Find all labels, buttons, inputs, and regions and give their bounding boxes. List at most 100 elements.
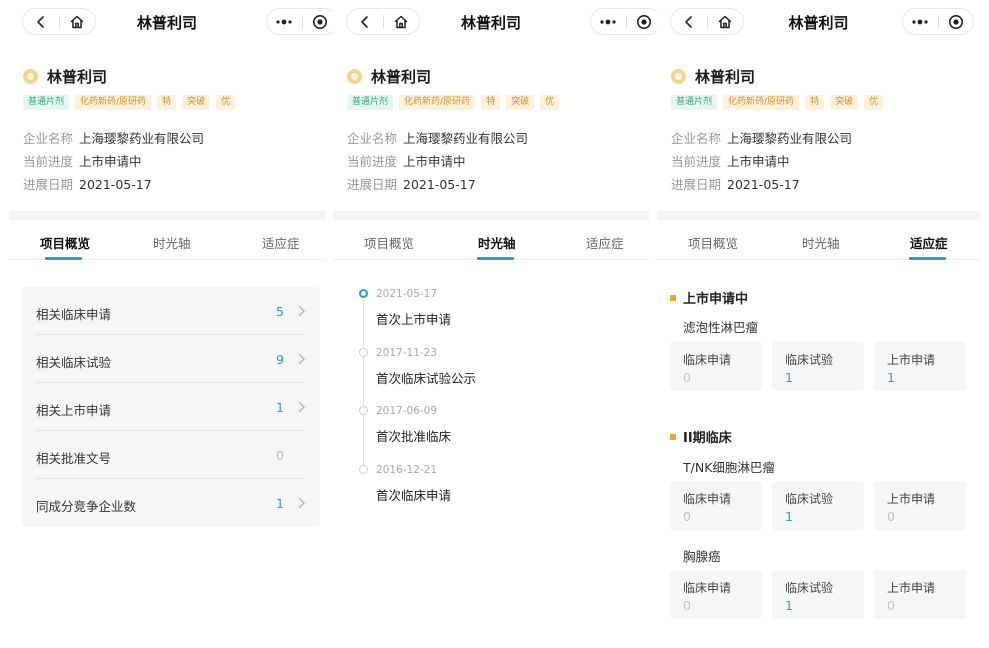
info-row: 当前进度 上市申请中 (23, 151, 142, 170)
overview-item[interactable]: 相关临床申请 5 (22, 287, 320, 335)
screen-panel-1: 林普利司 林普利司 普通片剂 化药新药/原研药特突破优企业名称 上海璎黎药业有限公司 当前… (9, 0, 338, 648)
back-icon[interactable] (23, 9, 59, 34)
more-dots-icon[interactable] (267, 9, 302, 34)
overview-item-label: 同成分竞争企业数 (36, 499, 137, 514)
stat-value: 0 (683, 370, 691, 385)
overview-item-count: 5 (276, 304, 284, 319)
stat-card[interactable]: 临床试验 1 (772, 481, 864, 530)
overview-item-count: 1 (276, 400, 284, 415)
stat-card[interactable]: 临床申请 0 (670, 342, 762, 391)
timeline-node (359, 347, 368, 357)
drug-tag: 化药新药/原研药 (75, 95, 152, 110)
timeline-axis (363, 297, 364, 473)
timeline-date: 2017-06-09 (376, 405, 438, 417)
stat-value: 0 (683, 509, 691, 524)
stat-label: 临床试验 (785, 353, 834, 367)
stat-card[interactable]: 临床试验 1 (772, 570, 864, 619)
info-value: 上市申请中 (79, 154, 142, 169)
overview-item: 相关批准文号 0 (22, 431, 320, 479)
stat-label: 临床申请 (683, 581, 732, 595)
tab-bar: 项目概览 时光轴 适应症 (9, 220, 325, 260)
section-divider (9, 211, 325, 220)
drug-badge-icon (23, 69, 38, 84)
drug-tag: 优 (216, 95, 236, 110)
overview-item-count: 1 (276, 496, 284, 511)
stat-card[interactable]: 上市申请 0 (874, 481, 966, 530)
drug-tag: 突破 (182, 95, 211, 110)
drug-name: 林普利司 (47, 68, 108, 86)
overview-item[interactable]: 同成分竞争企业数 1 (22, 479, 320, 527)
home-icon[interactable] (60, 9, 96, 34)
stat-label: 临床申请 (683, 353, 732, 367)
drug-header: 林普利司 (23, 66, 107, 87)
stat-value: 1 (785, 509, 793, 524)
chevron-right-icon (298, 398, 306, 417)
overview-item-count: 0 (276, 448, 284, 463)
overview-item[interactable]: 相关上市申请 1 (22, 383, 320, 431)
phase-marker (670, 294, 676, 301)
overview-item[interactable]: 相关临床试验 9 (22, 335, 320, 383)
drug-tag: 特 (157, 95, 177, 110)
nav-bar: 林普利司 (9, 8, 338, 36)
screen-panel-3: 林普利司 林普利司 普通片剂 化药新药/原研药特突破优企业名称 上海璎黎药业有限公司 当前… (657, 0, 980, 648)
timeline-node (359, 289, 368, 298)
timeline-event: 首次临床申请 (376, 487, 452, 503)
stat-value: 0 (887, 509, 895, 524)
stat-value: 1 (785, 598, 793, 613)
tab-timeline[interactable]: 时光轴 (153, 233, 191, 252)
timeline-event: 首次上市申请 (376, 312, 452, 327)
info-row: 进展日期 2021-05-17 (23, 174, 152, 193)
stat-card[interactable]: 上市申请 0 (874, 570, 966, 619)
stat-value: 0 (887, 598, 895, 613)
stat-value: 1 (785, 370, 793, 385)
info-row: 企业名称 上海璎黎药业有限公司 (23, 128, 204, 147)
stat-label: 临床试验 (785, 492, 834, 506)
drug-tag: 普通片剂 (23, 95, 70, 110)
chevron-right-icon (298, 494, 306, 513)
active-tab-indicator (45, 257, 82, 260)
stat-value: 1 (887, 370, 895, 385)
overview-item-label: 相关上市申请 (36, 403, 112, 418)
drug-tags: 普通片剂 化药新药/原研药特突破优 (23, 95, 241, 110)
overview-item-label: 相关临床试验 (36, 355, 112, 370)
tab-overview[interactable]: 项目概览 (40, 233, 90, 252)
stat-card[interactable]: 临床申请 0 (670, 481, 762, 530)
disease-name: 滤泡性淋巴瘤 (683, 320, 759, 335)
target-circle-icon[interactable] (303, 9, 338, 34)
overview-list: 相关临床申请 5 相关临床试验 9 相关上市申请 1 相关批准文号 0 同成分竞争企业数 1 (22, 287, 320, 527)
stat-label: 临床申请 (683, 492, 732, 506)
stat-card[interactable]: 上市申请 1 (874, 342, 966, 391)
nav-capsule-right (266, 8, 338, 35)
stat-label: 临床试验 (785, 581, 834, 595)
phase-marker (670, 433, 676, 440)
stat-card[interactable]: 临床试验 1 (772, 342, 864, 391)
indication-phase: 上市申请中 (670, 288, 748, 307)
stat-label: 上市申请 (887, 581, 936, 595)
timeline-node (359, 464, 368, 474)
overview-item-label: 相关批准文号 (36, 451, 112, 466)
info-value: 上海璎黎药业有限公司 (79, 131, 205, 146)
nav-capsule-left (22, 8, 96, 35)
timeline-event: 首次临床试验公示 (376, 370, 477, 386)
phase-label: II期临床 (683, 431, 732, 446)
overview-item-label: 相关临床申请 (36, 307, 112, 322)
stat-card[interactable]: 临床申请 0 (670, 570, 762, 619)
chevron-right-icon (298, 302, 306, 321)
phase-label: 上市申请中 (683, 292, 749, 307)
info-label: 企业名称 (23, 131, 74, 146)
timeline: 2021-05-17 首次上市申请 2017-11-23 首次临床试验公示 2017-0… (339, 0, 639, 648)
stat-label: 上市申请 (887, 492, 936, 506)
info-label: 进展日期 (23, 177, 74, 192)
screen-panel-2: 林普利司 林普利司 普通片剂 化药新药/原研药特突破优企业名称 上海璎黎药业有限公司 当前… (333, 0, 662, 648)
timeline-node (359, 406, 368, 415)
timeline-date: 2021-05-17 (376, 288, 438, 300)
tab-indications[interactable]: 适应症 (262, 233, 300, 252)
timeline-date: 2016-12-21 (376, 463, 438, 476)
overview-item-count: 9 (276, 352, 284, 367)
chevron-right-icon (298, 350, 306, 369)
stat-label: 上市申请 (887, 353, 936, 367)
info-value: 2021-05-17 (79, 177, 152, 192)
stat-value: 0 (683, 598, 691, 613)
timeline-date: 2017-11-23 (376, 346, 438, 359)
indications: 上市申请中 滤泡性淋巴瘤 临床申请 0 临床试验 1 上市申请 1 II期临床 T/NK细胞淋巴瘤… (663, 0, 973, 648)
